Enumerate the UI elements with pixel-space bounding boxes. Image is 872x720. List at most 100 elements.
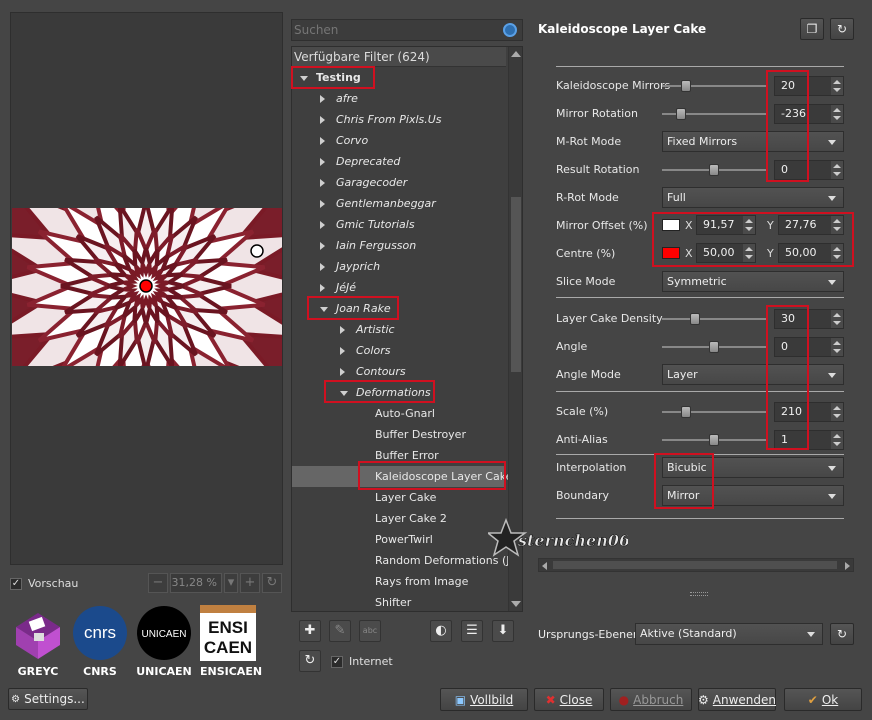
slider-knob[interactable] xyxy=(676,108,686,120)
scroll-down-icon[interactable] xyxy=(511,601,521,607)
param-slider[interactable] xyxy=(662,406,766,418)
params-horizontal-scrollbar[interactable] xyxy=(538,558,854,572)
spin-arrows-icon[interactable] xyxy=(831,310,843,328)
slider-knob[interactable] xyxy=(681,80,691,92)
slider-knob[interactable] xyxy=(709,341,719,353)
spin-arrows-icon[interactable] xyxy=(831,244,843,262)
spin-arrows-icon[interactable] xyxy=(831,77,843,95)
slider-knob[interactable] xyxy=(709,434,719,446)
tree-folder[interactable]: Joan Rake xyxy=(292,298,506,319)
chevron-down-icon[interactable] xyxy=(340,391,348,396)
add-favorite-button[interactable]: ✚ xyxy=(299,620,321,642)
point-x-spinbox[interactable]: 50,00 xyxy=(696,243,756,263)
tree-item[interactable]: Shifter xyxy=(292,592,506,611)
preview-checkbox[interactable]: ✓ Vorschau xyxy=(10,577,78,590)
remove-favorite-button[interactable]: abc xyxy=(359,620,381,642)
internet-checkbox[interactable]: ✓ Internet xyxy=(331,655,393,668)
param-spinbox[interactable]: 20 xyxy=(774,76,844,96)
param-spinbox[interactable]: 0 xyxy=(774,337,844,357)
checkbox-checked-icon[interactable]: ✓ xyxy=(331,655,343,668)
param-spinbox[interactable]: 30 xyxy=(774,309,844,329)
tree-folder[interactable]: Deprecated xyxy=(292,151,506,172)
zoom-out-button[interactable]: − xyxy=(148,573,168,593)
param-slider[interactable] xyxy=(662,164,766,176)
chevron-right-icon[interactable] xyxy=(320,284,325,292)
slider-knob[interactable] xyxy=(681,406,691,418)
checkbox-checked-icon[interactable]: ✓ xyxy=(10,577,22,590)
tree-folder[interactable]: Artistic xyxy=(292,319,506,340)
tree-folder[interactable]: Corvo xyxy=(292,130,506,151)
tree-folder[interactable]: Gentlemanbeggar xyxy=(292,193,506,214)
scrollbar-thumb[interactable] xyxy=(553,561,837,569)
list-view-icon[interactable]: ☰ xyxy=(461,620,483,642)
chevron-right-icon[interactable] xyxy=(320,158,325,166)
chevron-right-icon[interactable] xyxy=(320,95,325,103)
param-dropdown[interactable]: Mirror xyxy=(662,485,844,506)
refresh-filters-icon[interactable]: ↻ xyxy=(299,650,321,672)
chevron-down-icon[interactable] xyxy=(320,307,328,312)
param-dropdown[interactable]: Bicubic xyxy=(662,457,844,478)
scroll-left-icon[interactable] xyxy=(542,562,547,570)
tree-folder[interactable]: Garagecoder xyxy=(292,172,506,193)
param-dropdown[interactable]: Symmetric xyxy=(662,271,844,292)
zoom-in-button[interactable]: + xyxy=(240,573,260,593)
param-dropdown[interactable]: Fixed Mirrors xyxy=(662,131,844,152)
search-input[interactable] xyxy=(294,22,494,38)
apply-button[interactable]: ⚙ Anwenden xyxy=(698,688,776,711)
param-slider[interactable] xyxy=(662,313,766,325)
settings-button[interactable]: ⚙ Settings... xyxy=(8,688,88,710)
tree-item[interactable]: Layer Cake xyxy=(292,487,506,508)
spin-arrows-icon[interactable] xyxy=(831,403,843,421)
close-button[interactable]: ✖ Close xyxy=(534,688,604,711)
tree-folder[interactable]: Iain Fergusson xyxy=(292,235,506,256)
tree-folder[interactable]: Jayprich xyxy=(292,256,506,277)
download-icon[interactable]: ⬇ xyxy=(492,620,514,642)
search-icon[interactable] xyxy=(503,23,517,37)
point-y-spinbox[interactable]: 27,76 xyxy=(778,215,844,235)
chevron-right-icon[interactable] xyxy=(320,116,325,124)
spin-arrows-icon[interactable] xyxy=(831,161,843,179)
chevron-right-icon[interactable] xyxy=(320,242,325,250)
chevron-right-icon[interactable] xyxy=(320,221,325,229)
tree-item[interactable]: Buffer Error xyxy=(292,445,506,466)
reset-parameters-icon[interactable]: ↻ xyxy=(830,18,854,40)
ok-button[interactable]: ✔ Ok xyxy=(784,688,862,711)
slider-knob[interactable] xyxy=(690,313,700,325)
tree-folder[interactable]: Chris From Pixls.Us xyxy=(292,109,506,130)
mirror-offset-handle[interactable] xyxy=(250,244,264,258)
param-spinbox[interactable]: 0 xyxy=(774,160,844,180)
param-spinbox[interactable]: -236 xyxy=(774,104,844,124)
chevron-right-icon[interactable] xyxy=(320,263,325,271)
chevron-down-icon[interactable] xyxy=(300,76,308,81)
splitter-handle[interactable] xyxy=(690,592,708,596)
search-box[interactable] xyxy=(291,19,523,41)
copy-to-clipboard-icon[interactable]: ❐ xyxy=(800,18,824,40)
tree-item[interactable]: Rays from Image xyxy=(292,571,506,592)
chevron-right-icon[interactable] xyxy=(320,137,325,145)
point-x-spinbox[interactable]: 91,57 xyxy=(696,215,756,235)
param-dropdown[interactable]: Full xyxy=(662,187,844,208)
spin-arrows-icon[interactable] xyxy=(743,216,755,234)
param-dropdown[interactable]: Layer xyxy=(662,364,844,385)
chevron-right-icon[interactable] xyxy=(340,347,345,355)
centre-point-handle[interactable] xyxy=(139,279,153,293)
zoom-reset-button[interactable]: ↻ xyxy=(262,573,282,593)
tree-item[interactable]: Layer Cake 2 xyxy=(292,508,506,529)
scroll-up-icon[interactable] xyxy=(511,51,521,57)
zoom-input[interactable]: 31,28 % xyxy=(170,573,222,593)
tree-folder[interactable]: afre xyxy=(292,88,506,109)
tree-item[interactable]: Buffer Destroyer xyxy=(292,424,506,445)
tree-folder[interactable]: Gmic Tutorials xyxy=(292,214,506,235)
param-slider[interactable] xyxy=(662,80,766,92)
scrollbar-thumb[interactable] xyxy=(511,197,521,372)
rename-favorite-button[interactable]: ✎ xyxy=(329,620,351,642)
param-spinbox[interactable]: 1 xyxy=(774,430,844,450)
tree-item[interactable]: Auto-Gnarl xyxy=(292,403,506,424)
spin-arrows-icon[interactable] xyxy=(831,216,843,234)
tree-folder[interactable]: Colors xyxy=(292,340,506,361)
color-swatch[interactable] xyxy=(662,247,680,259)
scroll-right-icon[interactable] xyxy=(845,562,850,570)
tree-item[interactable]: Random Deformations (JR's xyxy=(292,550,522,571)
param-spinbox[interactable]: 210 xyxy=(774,402,844,422)
spin-arrows-icon[interactable] xyxy=(743,244,755,262)
